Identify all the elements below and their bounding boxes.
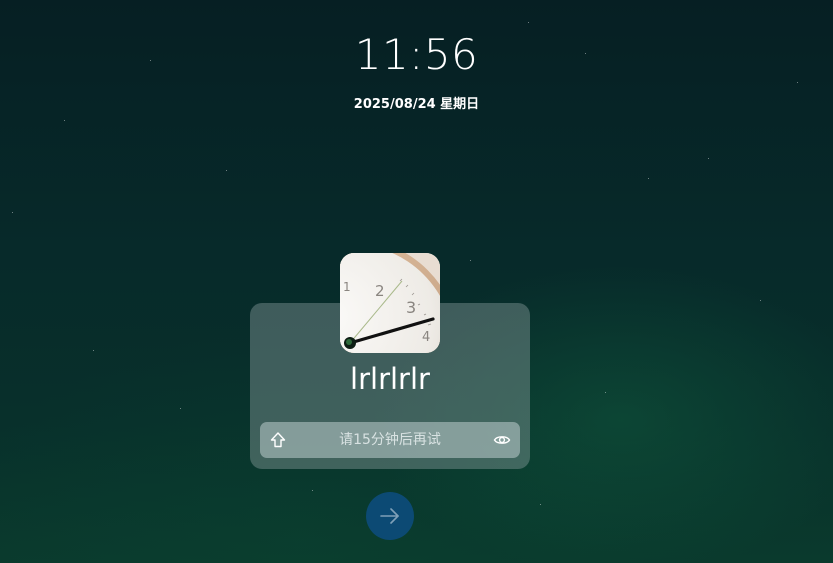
svg-text:1: 1 [343, 280, 351, 294]
submit-button[interactable] [366, 492, 414, 540]
username: lrlrlrlr [350, 362, 430, 396]
clock-face-avatar-icon: 2 3 4 1 [340, 253, 440, 353]
arrow-right-icon [380, 508, 399, 524]
lock-screen: 11:56 2025/08/24 星期日 2 3 4 1 lrlrlrlr [0, 0, 833, 563]
user-avatar[interactable]: 2 3 4 1 [340, 253, 440, 353]
clock-date: 2025/08/24 星期日 [353, 97, 480, 112]
password-input[interactable] [294, 422, 486, 458]
caps-lock-shift-icon [270, 432, 286, 448]
eye-icon[interactable] [493, 431, 511, 449]
password-field[interactable] [260, 422, 520, 458]
svg-text:3: 3 [406, 298, 416, 317]
svg-text:2: 2 [375, 282, 385, 300]
svg-text:4: 4 [422, 330, 430, 345]
clock-time: 11:56 [354, 30, 479, 79]
